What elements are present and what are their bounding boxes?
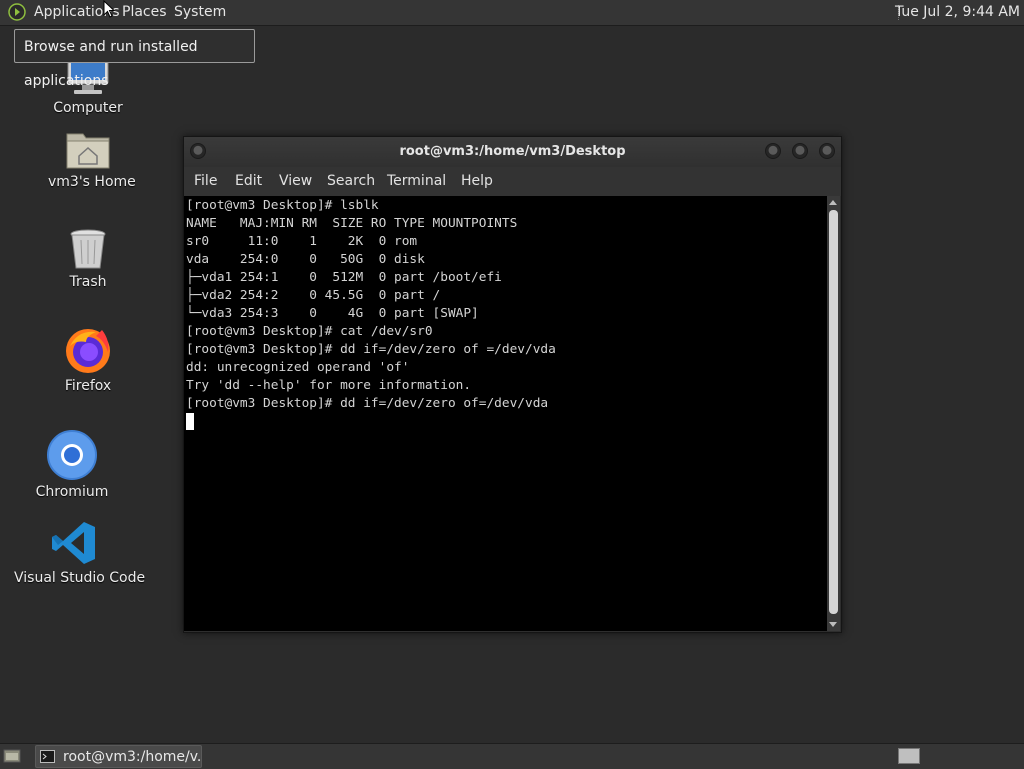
desktop-icon-label: Trash xyxy=(69,274,107,290)
desktop-icon-home[interactable]: vm3's Home xyxy=(48,128,136,190)
scroll-up-arrow-icon[interactable] xyxy=(829,200,837,205)
window-titlebar[interactable]: root@vm3:/home/vm3/Desktop xyxy=(184,137,841,167)
show-desktop-icon[interactable] xyxy=(3,748,21,764)
terminal-output: [root@vm3 Desktop]# lsblk NAME MAJ:MIN R… xyxy=(186,198,556,411)
desktop-icon-label: Chromium xyxy=(35,484,109,500)
desktop-icon-firefox[interactable]: Firefox xyxy=(48,326,128,394)
menu-help[interactable]: Help xyxy=(461,167,493,196)
home-folder-icon xyxy=(66,133,110,169)
terminal-icon xyxy=(40,750,55,763)
menu-edit[interactable]: Edit xyxy=(235,167,262,196)
desktop-icon-label: Firefox xyxy=(64,378,112,394)
menu-view[interactable]: View xyxy=(279,167,312,196)
firefox-icon xyxy=(66,329,110,373)
taskbar-terminal-button[interactable]: root@vm3:/home/v... xyxy=(35,745,202,768)
vscode-icon xyxy=(52,522,95,564)
desktop-icon-trash[interactable]: Trash xyxy=(48,228,128,290)
window-title: root@vm3:/home/vm3/Desktop xyxy=(399,144,626,159)
desktop-icon-label: vm3's Home xyxy=(48,174,136,190)
mouse-pointer-icon xyxy=(103,0,115,18)
window-menu-button[interactable] xyxy=(190,143,206,159)
menu-file[interactable]: File xyxy=(194,167,217,196)
clock[interactable]: Tue Jul 2, 9:44 AM xyxy=(895,0,1020,25)
terminal-scrollbar[interactable] xyxy=(827,196,840,631)
workspace-switcher[interactable] xyxy=(898,748,920,764)
maximize-button[interactable] xyxy=(792,143,808,159)
minimize-button[interactable] xyxy=(765,143,781,159)
chromium-icon xyxy=(47,430,97,480)
terminal-menubar: File Edit View Search Terminal Help xyxy=(184,167,841,196)
top-panel: Applications Places System Tue Jul 2, 9:… xyxy=(0,0,1024,26)
desktop-icon-vscode[interactable]: Visual Studio Code xyxy=(14,520,146,586)
terminal-window[interactable]: root@vm3:/home/vm3/Desktop File Edit Vie… xyxy=(183,136,842,633)
taskbar-button-label: root@vm3:/home/v... xyxy=(63,749,202,765)
trash-icon xyxy=(70,229,106,269)
applications-tooltip: Browse and run installed applications xyxy=(14,29,255,89)
system-menu[interactable]: System xyxy=(174,0,226,25)
scroll-thumb[interactable] xyxy=(829,210,838,614)
desktop-icon-label: Computer xyxy=(53,100,123,116)
bottom-panel: root@vm3:/home/v... xyxy=(0,743,1024,769)
menu-search[interactable]: Search xyxy=(327,167,375,196)
text-cursor xyxy=(186,413,194,430)
close-button[interactable] xyxy=(819,143,835,159)
scroll-down-arrow-icon[interactable] xyxy=(829,622,837,627)
applications-menu-icon[interactable] xyxy=(8,3,26,21)
menu-terminal[interactable]: Terminal xyxy=(387,167,446,196)
places-menu[interactable]: Places xyxy=(122,0,167,25)
desktop-icon-label: Visual Studio Code xyxy=(14,570,146,586)
desktop-icon-chromium[interactable]: Chromium xyxy=(32,430,112,500)
terminal-console[interactable]: [root@vm3 Desktop]# lsblk NAME MAJ:MIN R… xyxy=(184,196,827,631)
